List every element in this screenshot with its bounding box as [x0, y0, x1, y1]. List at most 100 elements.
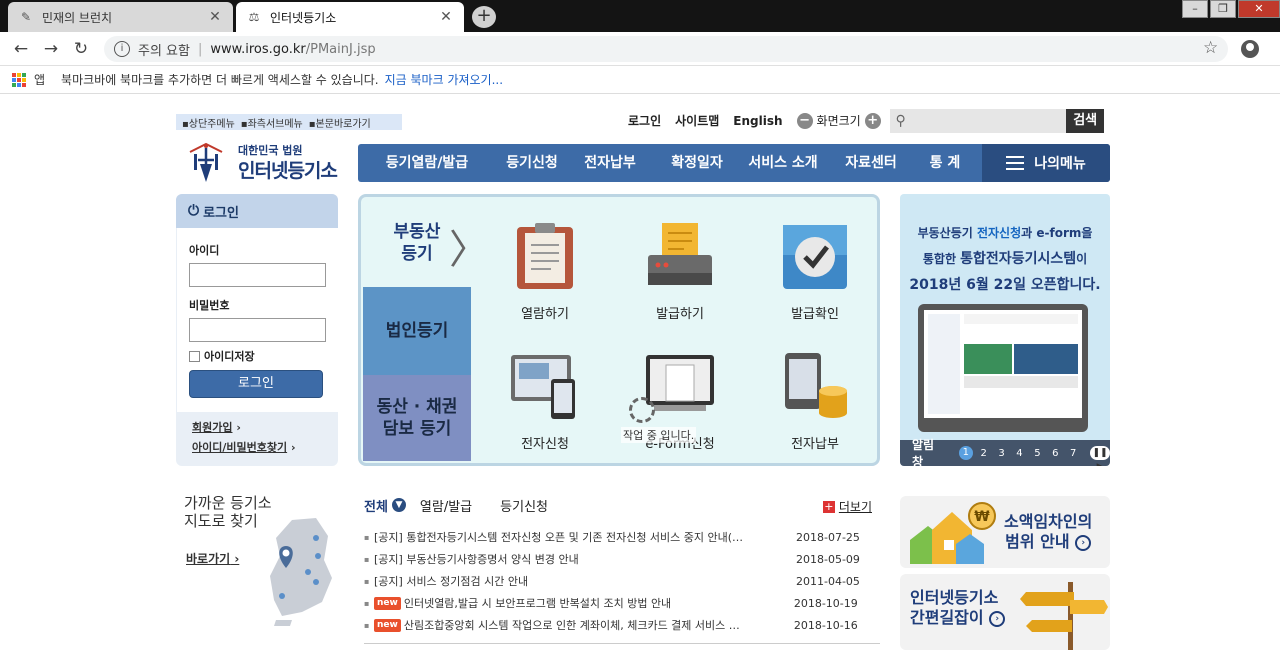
banner-text: 부동산등기 전자신청과 e-form을 통합한 통합전자등기시스템이 2018년…: [909, 226, 1101, 293]
window-close-icon[interactable]: ✕: [1238, 0, 1280, 18]
arrow-circle-icon: ›: [989, 610, 1006, 627]
nav-item-application[interactable]: 등기신청: [496, 144, 568, 182]
profile-icon[interactable]: [1241, 40, 1259, 58]
tab-all[interactable]: 전체 ▼: [364, 496, 406, 515]
tab-title: 인터넷등기소: [270, 10, 337, 25]
chevron-right-icon: 〉: [449, 227, 489, 273]
banner-page[interactable]: 3: [995, 448, 1009, 459]
new-tab-button[interactable]: +: [472, 6, 496, 28]
bullet-icon: ▪: [364, 598, 370, 608]
arrow-circle-icon: ›: [1075, 534, 1092, 551]
nav-item-resources[interactable]: 자료센터: [824, 144, 918, 182]
nav-item-statistics[interactable]: 통 계: [918, 144, 972, 182]
service-view[interactable]: 열람하기: [485, 221, 605, 322]
password-field[interactable]: [189, 318, 326, 342]
banner-page[interactable]: 7: [1066, 448, 1080, 459]
browser-tab[interactable]: ✎ 민재의 브런치 ✕: [8, 2, 233, 32]
notice-tabs: 전체 ▼ 열람/발급 등기신청: [364, 494, 880, 516]
nearby-office-finder: 가까운 등기소 지도로 찾기 바로가기 ›: [184, 494, 344, 634]
search-input[interactable]: [911, 109, 1067, 133]
close-icon[interactable]: ✕: [438, 9, 454, 25]
service-e-payment[interactable]: 전자납부: [755, 351, 875, 452]
sitemap-link[interactable]: 사이트맵: [675, 112, 719, 129]
promo-small-tenant[interactable]: ₩ 소액임차인의 범위 안내 ›: [900, 496, 1110, 568]
login-links: 회원가입 › 아이디/비밀번호찾기 ›: [176, 412, 338, 458]
english-link[interactable]: English: [733, 114, 782, 128]
notice-board: 전체 ▼ 열람/발급 등기신청 + 더보기 ▪ [공지] 통합전자등기시스템 전자신…: [364, 494, 880, 644]
pause-play-icon[interactable]: ❚❚ ▶: [1090, 446, 1110, 466]
import-bookmarks-link[interactable]: 지금 북마크 가져오기...: [385, 71, 503, 88]
bookmark-star-icon[interactable]: ☆: [1203, 38, 1218, 58]
nav-item-fixed-date[interactable]: 확정일자: [652, 144, 742, 182]
list-item[interactable]: ▪ [공지] 통합전자등기시스템 전자신청 오픈 및 기존 전자신청 서비스 중…: [364, 526, 880, 548]
promo-guide[interactable]: 인터넷등기소 간편길잡이 ›: [900, 574, 1110, 650]
service-label: 전자납부: [791, 437, 839, 452]
banner-page[interactable]: 5: [1030, 448, 1044, 459]
my-menu-button[interactable]: 나의메뉴: [982, 144, 1110, 182]
login-button[interactable]: 로그인: [189, 370, 323, 398]
korea-map-icon[interactable]: [262, 516, 342, 626]
apps-icon[interactable]: [12, 72, 26, 87]
skip-link[interactable]: ▪본문바로가기: [309, 115, 371, 130]
list-item[interactable]: ▪ [공지] 부동산등기사항증명서 양식 변경 안내 2018-05-09: [364, 548, 880, 570]
address-bar[interactable]: i 주의 요함 | www.iros.go.kr/PMainJ.jsp: [104, 36, 1228, 62]
service-e-application[interactable]: 전자신청: [485, 351, 605, 452]
loading-text: 작업 중 입니다.: [621, 427, 697, 443]
close-icon[interactable]: ✕: [207, 9, 223, 25]
nearby-link[interactable]: 바로가기 ›: [186, 550, 239, 567]
list-item[interactable]: ▪ [공지] 서비스 정기점검 시간 안내 2011-04-05: [364, 570, 880, 592]
forward-icon[interactable]: →: [40, 38, 62, 60]
tab-corporate[interactable]: 법인등기: [363, 287, 471, 375]
notice-title[interactable]: 인터넷열람,발급 시 보안프로그램 반복설치 조치 방법 안내: [404, 595, 782, 611]
tab-view-issue[interactable]: 열람/발급: [420, 496, 472, 515]
more-link[interactable]: + 더보기: [822, 498, 872, 515]
banner-page[interactable]: 6: [1048, 448, 1062, 459]
list-item[interactable]: ▪ new 산림조합중앙회 시스템 작업으로 인한 계좌이체, 체크카드 결제 …: [364, 614, 880, 636]
service-verify[interactable]: 발급확인: [755, 221, 875, 322]
banner-page[interactable]: 1: [958, 446, 973, 460]
zoom-label: 화면크기: [816, 114, 861, 128]
top-login-link[interactable]: 로그인: [628, 112, 661, 129]
banner-page[interactable]: 2: [977, 448, 991, 459]
bullet-icon: ▪: [364, 576, 370, 586]
tab-title: 민재의 브런치: [42, 10, 113, 25]
notice-title[interactable]: 산림조합중앙회 시스템 작업으로 인한 계좌이체, 체크카드 결제 서비스 …: [404, 617, 782, 633]
reload-icon[interactable]: ↻: [70, 38, 92, 60]
zoom-out-icon[interactable]: −: [796, 112, 813, 129]
nav-item-payment[interactable]: 전자납부: [568, 144, 652, 182]
svg-text:₩: ₩: [974, 509, 990, 525]
notice-title[interactable]: [공지] 통합전자등기시스템 전자신청 오픈 및 기존 전자신청 서비스 중지 …: [374, 529, 784, 545]
nav-item-view-issue[interactable]: 등기열람/발급: [358, 144, 496, 182]
banner-controls: 알림창 1 2 3 4 5 6 7 ❚❚ ▶: [900, 438, 1110, 466]
tab-movable-property[interactable]: 동산 · 채권 담보 등기: [363, 375, 471, 461]
site-logo[interactable]: 대한민국 법원 인터넷등기소: [184, 138, 344, 184]
checkbox-icon[interactable]: [189, 350, 200, 362]
save-id-checkbox[interactable]: 아이디저장: [189, 348, 326, 364]
service-issue[interactable]: 발급하기: [620, 221, 740, 322]
id-field[interactable]: [189, 263, 326, 287]
notice-title[interactable]: [공지] 서비스 정기점검 시간 안내: [374, 573, 784, 589]
search-button[interactable]: 검색: [1066, 109, 1104, 133]
skip-links: ▪상단주메뉴 ▪좌측서브메뉴 ▪본문바로가기: [176, 114, 402, 130]
skip-link[interactable]: ▪좌측서브메뉴: [241, 115, 303, 130]
join-link[interactable]: 회원가입 ›: [192, 418, 338, 438]
back-icon[interactable]: ←: [10, 38, 32, 60]
banner-page[interactable]: 4: [1013, 448, 1027, 459]
court-emblem-icon: ⚖: [248, 10, 260, 24]
skip-link[interactable]: ▪상단주메뉴: [182, 115, 235, 130]
site-search: ⚲ 검색: [890, 109, 1104, 133]
notice-banner[interactable]: 부동산등기 전자신청과 e-form을 통합한 통합전자등기시스템이 2018년…: [900, 194, 1110, 466]
tab-application[interactable]: 등기신청: [500, 496, 548, 515]
apps-label[interactable]: 앱: [34, 71, 45, 88]
nav-item-service-intro[interactable]: 서비스 소개: [742, 144, 824, 182]
monitor-phone-icon: [511, 355, 575, 419]
maximize-icon[interactable]: ❐: [1210, 0, 1236, 18]
find-account-link[interactable]: 아이디/비밀번호찾기 ›: [192, 438, 338, 458]
notice-title[interactable]: [공지] 부동산등기사항증명서 양식 변경 안내: [374, 551, 784, 567]
info-icon[interactable]: i: [114, 41, 130, 57]
list-item[interactable]: ▪ new 인터넷열람,발급 시 보안프로그램 반복설치 조치 방법 안내 20…: [364, 592, 880, 614]
clipboard-icon: [517, 223, 573, 289]
browser-tab-active[interactable]: ⚖ 인터넷등기소 ✕: [236, 2, 464, 32]
zoom-in-icon[interactable]: +: [864, 112, 881, 129]
minimize-icon[interactable]: –: [1182, 0, 1208, 18]
